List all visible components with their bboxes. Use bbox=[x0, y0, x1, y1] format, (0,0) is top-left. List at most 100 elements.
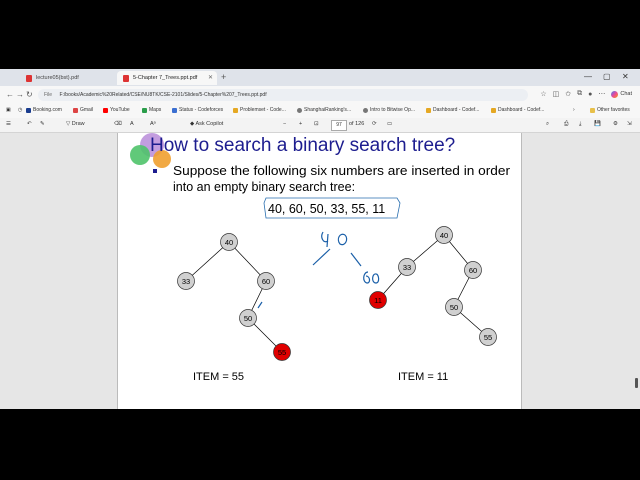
save-as-icon[interactable]: ⤓ bbox=[579, 121, 581, 128]
eraser-icon[interactable]: ⌫ bbox=[114, 121, 122, 127]
forward-icon[interactable]: → bbox=[16, 90, 24, 99]
handwritten-ink bbox=[257, 231, 380, 309]
close-icon[interactable]: ✕ bbox=[208, 74, 213, 81]
bookmark-maps[interactable]: Maps bbox=[142, 107, 161, 113]
copilot-icon bbox=[611, 90, 619, 98]
text-icon[interactable]: A bbox=[130, 121, 134, 127]
svg-text:40: 40 bbox=[225, 238, 233, 247]
settings-icon[interactable]: ⚙ bbox=[613, 121, 618, 127]
slide-body-line-1: Suppose the following six numbers are in… bbox=[173, 164, 510, 178]
tree-node: 40 bbox=[220, 233, 238, 251]
read-aloud-icon[interactable]: Aᵃ bbox=[150, 121, 156, 127]
svg-text:55: 55 bbox=[484, 333, 492, 342]
slide-body-line-2: into an empty binary search tree: bbox=[173, 180, 355, 194]
ask-copilot-button[interactable]: ◆ Ask Copilot bbox=[190, 121, 223, 127]
bookmark-gmail[interactable]: Gmail bbox=[73, 107, 93, 113]
bookmark-bitwise[interactable]: Intro to Bitwise Op... bbox=[363, 107, 415, 113]
bookmark-problemset[interactable]: Problemset - Code... bbox=[233, 107, 286, 113]
page-number-input[interactable]: 97 bbox=[331, 120, 347, 131]
contents-icon[interactable]: ☰ bbox=[6, 121, 11, 127]
collections-icon[interactable]: ⧉ bbox=[577, 90, 582, 98]
pdf-icon bbox=[26, 75, 32, 82]
scrollbar-thumb[interactable] bbox=[635, 378, 638, 388]
youtube-icon bbox=[103, 107, 108, 113]
globe-icon bbox=[297, 107, 302, 113]
tab-trees[interactable]: 5-Chapter 7_Trees.ppt.pdf ✕ bbox=[117, 71, 217, 85]
bookmark-dashboard-2[interactable]: Dashboard - Codef... bbox=[491, 107, 544, 113]
booking-icon bbox=[26, 107, 31, 113]
tree-node: 50 bbox=[239, 309, 257, 327]
back-icon[interactable]: ← bbox=[6, 90, 14, 99]
apps-icon[interactable]: ▣ bbox=[6, 107, 11, 113]
codeforces-icon bbox=[491, 107, 496, 113]
draw-label: Draw bbox=[71, 121, 85, 127]
bookmark-label: YouTube bbox=[110, 107, 130, 113]
folder-icon bbox=[590, 107, 595, 113]
tab-label: lecture05(bst).pdf bbox=[36, 75, 79, 81]
maximize-icon[interactable]: ▢ bbox=[603, 72, 611, 81]
address-bar-row: ← → ↻ File F:/books/Academic%20Related/C… bbox=[0, 86, 640, 104]
pin-icon[interactable]: ⇲ bbox=[627, 121, 632, 127]
bookmark-youtube[interactable]: YouTube bbox=[103, 107, 130, 113]
bookmark-label: Maps bbox=[149, 107, 162, 113]
zoom-out-icon[interactable]: − bbox=[283, 121, 286, 127]
bookmark-booking[interactable]: Booking.com bbox=[26, 107, 62, 113]
bookmark-status-codeforces[interactable]: Status - Codeforces bbox=[172, 107, 223, 113]
tree-node-highlighted: 55 bbox=[273, 343, 291, 361]
bookmark-shanghai[interactable]: ShanghaiRanking's... bbox=[297, 107, 351, 113]
bookmark-dashboard-1[interactable]: Dashboard - Codef... bbox=[426, 107, 479, 113]
chat-label: Chat bbox=[620, 91, 632, 97]
tree-node: 50 bbox=[445, 298, 463, 316]
fit-page-icon[interactable]: ⊡ bbox=[314, 121, 319, 127]
svg-text:60: 60 bbox=[469, 266, 477, 275]
pdf-page: How to search a binary search tree? Supp… bbox=[117, 133, 522, 409]
print-icon[interactable]: ⎙ bbox=[564, 121, 568, 128]
profile-icon[interactable]: ● bbox=[588, 91, 592, 98]
bookmark-label: ShanghaiRanking's... bbox=[304, 107, 352, 113]
bookmark-label: Other favorites bbox=[597, 107, 630, 113]
bookmark-label: Status - Codeforces bbox=[179, 107, 224, 113]
tree-node: 40 bbox=[435, 226, 453, 244]
bookmark-label: Intro to Bitwise Op... bbox=[370, 107, 416, 113]
rotate-icon[interactable]: ⟳ bbox=[372, 121, 377, 127]
tab-lecture05[interactable]: lecture05(bst).pdf bbox=[20, 71, 114, 85]
toolbar-icons: ☆ ◫ ✩ ⧉ ● ⋯ Chat bbox=[540, 90, 632, 98]
tab-bar: lecture05(bst).pdf 5-Chapter 7_Trees.ppt… bbox=[0, 69, 640, 86]
tree-node: 60 bbox=[257, 272, 275, 290]
refresh-icon[interactable]: ↻ bbox=[26, 90, 33, 99]
svg-text:55: 55 bbox=[278, 348, 286, 357]
sequence-text: 40, 60, 50, 33, 55, 11 bbox=[268, 202, 385, 216]
url-field[interactable]: File F:/books/Academic%20Related/CSE/NU8… bbox=[38, 89, 528, 101]
highlight-icon[interactable]: ✎ bbox=[40, 121, 45, 127]
history-icon[interactable]: ◷ bbox=[18, 107, 22, 113]
pdf-toolbar: ☰ ↶ ✎ ▽ Draw ⌫ A Aᵃ ◆ Ask Copilot − + ⊡ … bbox=[0, 118, 640, 133]
zoom-in-icon[interactable]: + bbox=[299, 121, 302, 127]
tree-node: 33 bbox=[398, 258, 416, 276]
svg-text:33: 33 bbox=[182, 277, 190, 286]
bookmark-label: Dashboard - Codef... bbox=[498, 107, 545, 113]
bookmark-other-favorites[interactable]: Other favorites bbox=[590, 107, 630, 113]
tree-node: 60 bbox=[464, 261, 482, 279]
star-icon[interactable]: ☆ bbox=[540, 90, 546, 98]
svg-text:11: 11 bbox=[374, 296, 382, 305]
new-tab-icon[interactable]: + bbox=[221, 72, 226, 82]
codeforces-icon bbox=[233, 107, 238, 113]
close-window-icon[interactable]: ✕ bbox=[622, 72, 629, 81]
chevron-right-icon[interactable]: › bbox=[573, 107, 575, 113]
save-icon[interactable]: 💾 bbox=[594, 121, 601, 127]
search-icon[interactable]: ⌕ bbox=[546, 121, 549, 128]
favorites-icon[interactable]: ✩ bbox=[565, 90, 571, 98]
bookmark-label: Booking.com bbox=[33, 107, 62, 113]
bookmark-label: Dashboard - Codef... bbox=[433, 107, 480, 113]
chat-button[interactable]: Chat bbox=[611, 90, 632, 98]
undo-icon[interactable]: ↶ bbox=[27, 121, 32, 127]
svg-text:40: 40 bbox=[440, 231, 448, 240]
more-icon[interactable]: ⋯ bbox=[598, 90, 605, 98]
draw-button[interactable]: ▽ Draw bbox=[66, 121, 85, 127]
url-text: F:/books/Academic%20Related/CSE/NU8TK/CS… bbox=[59, 92, 267, 98]
svg-text:60: 60 bbox=[262, 277, 270, 286]
globe-icon bbox=[363, 107, 368, 113]
minimize-icon[interactable]: — bbox=[584, 72, 592, 81]
view-icon[interactable]: ▭ bbox=[387, 121, 392, 127]
split-icon[interactable]: ◫ bbox=[553, 90, 560, 98]
